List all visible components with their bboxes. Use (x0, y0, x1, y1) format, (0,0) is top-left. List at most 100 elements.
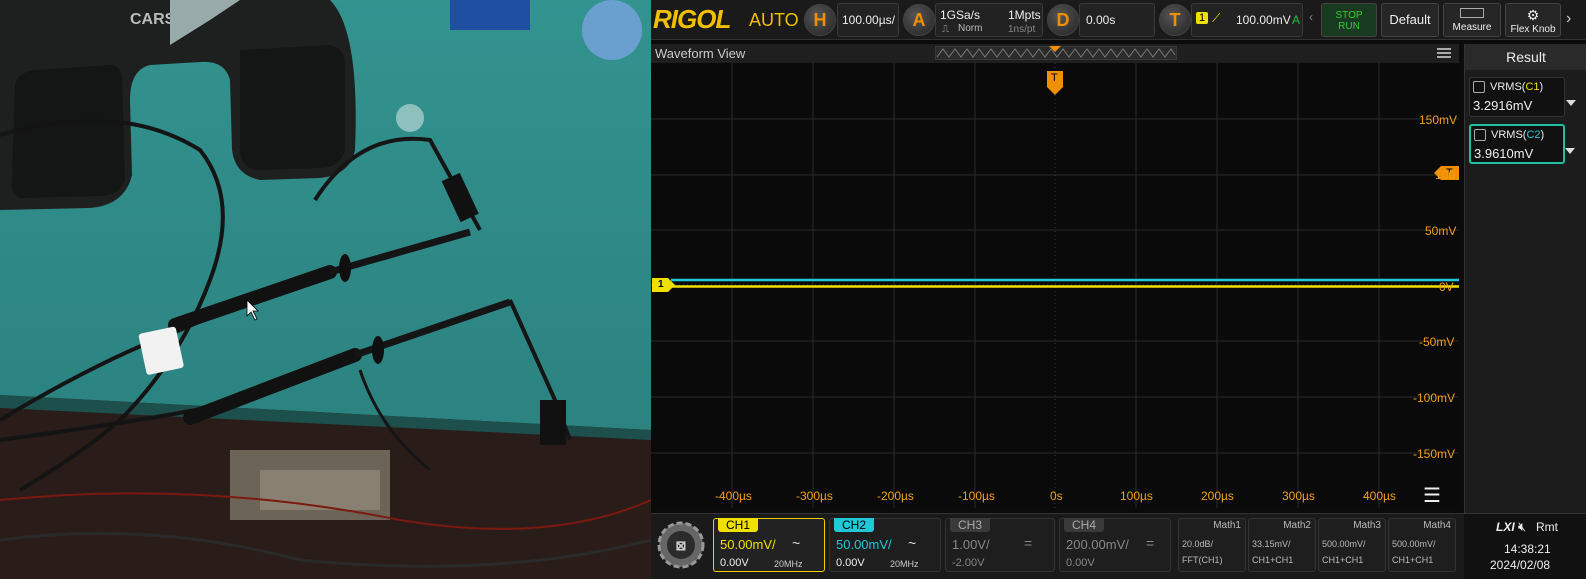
ac-coupling-icon: ~ (792, 535, 801, 551)
t-label: 100µs (1120, 489, 1153, 503)
acq-mode-icon: ⎍ (942, 24, 949, 35)
t-label: 200µs (1201, 489, 1234, 503)
chevron-down-icon[interactable] (1566, 100, 1576, 106)
toolbar-left-arrow-icon[interactable]: ‹ (1309, 10, 1313, 24)
result-panel: Result VRMS(C1) 3.2916mV VRMS(C2) 3.9610… (1464, 44, 1586, 513)
stop-label: STOP (1335, 10, 1363, 21)
horizontal-button[interactable]: H (804, 4, 836, 36)
math3-source: CH1+CH1 (1322, 555, 1364, 565)
v-label-0v: 0V (1439, 280, 1454, 294)
ch3-tab: CH3 (950, 518, 991, 532)
ch2-offset: 0.00V (836, 557, 865, 569)
ch4-scale: 200.00mV/ (1066, 537, 1129, 552)
math2-scale: 33.15mV/ (1252, 539, 1291, 549)
channel-ch3[interactable]: CH3 1.00V/ = -2.00V (945, 518, 1055, 572)
math3-label: Math3 (1353, 520, 1381, 531)
waveform-view-header: Waveform View (651, 44, 1459, 63)
rigol-logo: RIGOL (653, 4, 731, 34)
ch2-tab: CH2 (834, 518, 875, 532)
measurement-icon (1473, 81, 1485, 93)
clock-date: 2024/02/08 (1490, 558, 1551, 572)
v-label-neg150mv: -150mV (1413, 447, 1456, 461)
flex-knob-button[interactable]: ⚙ Flex Knob (1505, 3, 1561, 37)
oscilloscope-screen: RIGOL AUTO H 100.00µs/ A 1GSa/s ⎍ Norm 1… (651, 0, 1586, 579)
math3-box[interactable]: Math3 500.00mV/ CH1+CH1 (1318, 518, 1386, 572)
status-area: LXI 🔇︎ Rmt 14:38:21 2024/02/08 (1464, 514, 1586, 579)
waveform-view-title: Waveform View (655, 46, 746, 61)
mute-icon[interactable]: 🔇︎ (1518, 519, 1526, 535)
measure-icon (1460, 8, 1484, 18)
navigation-gear-icon[interactable]: ⊠ (653, 517, 709, 573)
toolbar-right-arrow-icon[interactable]: › (1566, 10, 1571, 28)
math4-box[interactable]: Math4 500.00mV/ CH1+CH1 (1388, 518, 1456, 572)
delay-value: 0.00s (1086, 13, 1116, 27)
delay-box[interactable]: 0.00s (1079, 3, 1155, 37)
memory-depth: 1Mpts (1008, 8, 1041, 22)
lxi-icon: LXI (1496, 520, 1515, 534)
trigger-box[interactable]: 1 ⟋ 100.00mV A (1191, 3, 1303, 37)
measurement-value: 3.2916mV (1473, 98, 1533, 113)
math4-scale: 500.00mV/ (1392, 539, 1436, 549)
timebase-box[interactable]: 100.00µs/ (837, 3, 899, 37)
chevron-down-icon[interactable] (1565, 148, 1575, 154)
channel-ch4[interactable]: CH4 200.00mV/ = 0.00V (1059, 518, 1171, 572)
acquire-status: AUTO (749, 10, 799, 30)
math1-box[interactable]: Math1 20.0dB/ FFT(CH1) (1178, 518, 1246, 572)
result-title: Result (1465, 44, 1586, 70)
measurement-name: VRMS(C2) (1491, 129, 1545, 141)
trigger-button[interactable]: T (1159, 4, 1191, 36)
ac-coupling-icon: ~ (908, 535, 917, 551)
waveform-grid[interactable]: 1 T T ☰ (651, 63, 1459, 508)
channel-ch1[interactable]: CH1 50.00mV/ ~ 0.00V 20MHz (713, 518, 825, 572)
math2-box[interactable]: Math2 33.15mV/ CH1+CH1 (1248, 518, 1316, 572)
top-toolbar: RIGOL AUTO H 100.00µs/ A 1GSa/s ⎍ Norm 1… (651, 0, 1586, 40)
trigger-position-label: T (1051, 72, 1058, 84)
timebase-value: 100.00µs/ (842, 13, 895, 27)
default-button[interactable]: Default (1381, 3, 1439, 37)
flex-knob-label: Flex Knob (1510, 24, 1556, 35)
math1-label: Math1 (1213, 520, 1241, 531)
acq-mode: Norm (958, 23, 983, 34)
math3-scale: 500.00mV/ (1322, 539, 1366, 549)
measurement-vrms-c1[interactable]: VRMS(C1) 3.2916mV (1469, 77, 1576, 117)
rising-edge-icon: ⟋ (1212, 11, 1221, 25)
acquire-button[interactable]: A (903, 4, 935, 36)
measurement-value: 3.9610mV (1474, 146, 1534, 161)
measurement-vrms-c2[interactable]: VRMS(C2) 3.9610mV (1469, 124, 1575, 164)
v-label-150mv: 150mV (1419, 113, 1458, 127)
measurement-name: VRMS(C1) (1490, 81, 1544, 93)
delay-button[interactable]: D (1047, 4, 1079, 36)
measurement-icon (1474, 129, 1486, 141)
math4-label: Math4 (1423, 520, 1451, 531)
ch1-tab: CH1 (718, 518, 759, 532)
memory-overview[interactable] (935, 46, 1177, 60)
t-label: -400µs (715, 489, 752, 503)
waveform-menu-icon[interactable] (1437, 48, 1451, 58)
time-per-point: 1ns/pt (1008, 24, 1036, 35)
t-label: 300µs (1282, 489, 1315, 503)
v-label-50mv: 50mV (1425, 224, 1457, 238)
math2-source: CH1+CH1 (1252, 555, 1294, 565)
trigger-source: 1 (1196, 12, 1209, 24)
ch4-offset: 0.00V (1066, 557, 1095, 569)
flex-knob-icon: ⚙ (1526, 7, 1540, 23)
dc-coupling-icon: = (1146, 535, 1155, 551)
ch4-tab: CH4 (1064, 518, 1105, 532)
clock-time: 14:38:21 (1504, 542, 1551, 556)
measure-label: Measure (1452, 22, 1492, 33)
acquire-box[interactable]: 1GSa/s ⎍ Norm 1Mpts 1ns/pt (935, 3, 1043, 37)
ch3-offset: -2.00V (952, 557, 985, 569)
math1-scale: 20.0dB/ (1182, 539, 1214, 549)
ch1-bandwidth: 20MHz (774, 559, 803, 569)
measure-button[interactable]: Measure (1443, 3, 1501, 37)
channel-ch2[interactable]: CH2 50.00mV/ ~ 0.00V 20MHz (829, 518, 941, 572)
camera-photo: CARSO (0, 0, 651, 579)
ch2-bandwidth: 20MHz (890, 559, 919, 569)
v-label-neg100mv: -100mV (1413, 391, 1456, 405)
trigger-flag: A (1292, 13, 1301, 27)
ch1-scale: 50.00mV/ (720, 537, 776, 552)
stop-run-button[interactable]: STOP RUN (1321, 3, 1377, 37)
run-label: RUN (1338, 21, 1360, 32)
collapse-menu-icon[interactable]: ☰ (1423, 483, 1441, 508)
t-label: -200µs (877, 489, 914, 503)
